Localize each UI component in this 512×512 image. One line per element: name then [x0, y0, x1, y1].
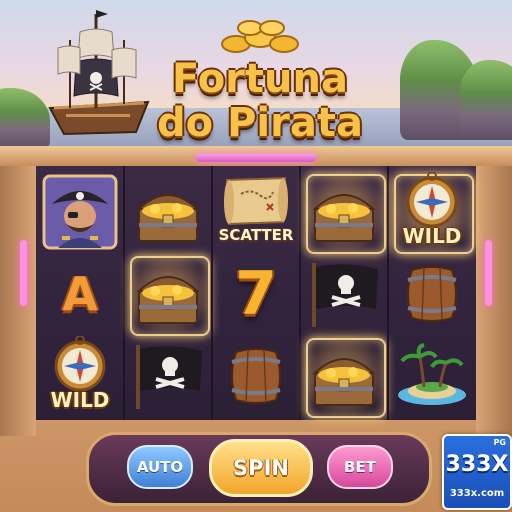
game-title: Fortuna do Pirata	[150, 20, 370, 144]
treasure-map-icon	[224, 176, 288, 226]
symbol-barrel	[388, 252, 476, 336]
top-light-bar	[196, 154, 316, 162]
side-light-right	[485, 240, 492, 306]
symbol-treasure-chest-highlighted	[300, 334, 388, 418]
pirate-flag-icon	[136, 345, 202, 409]
symbol-letter-a: A	[36, 252, 124, 336]
title-line-1: Fortuna	[172, 56, 348, 102]
bet-button[interactable]: BET	[327, 445, 393, 489]
barrel-icon	[231, 348, 281, 404]
spin-button[interactable]: SPIN	[209, 439, 313, 497]
treasure-chest-icon	[312, 358, 376, 406]
frame-side-right	[476, 166, 512, 436]
symbol-island	[388, 334, 476, 418]
barrel-icon	[407, 266, 457, 322]
frame-side-left	[0, 166, 36, 436]
reel-grid: A WILD SCATTER 7 WILD	[36, 166, 476, 420]
reel-2	[124, 166, 212, 420]
symbol-compass-wild-highlighted: WILD	[388, 170, 476, 254]
brand-name: 333X	[445, 452, 509, 477]
gold-coins-icon	[221, 20, 299, 53]
brand-site: 333x.com	[449, 488, 505, 499]
wild-label: WILD	[402, 224, 462, 248]
reel-1: A WILD	[36, 166, 124, 420]
brand-badge: PG 333X 333x.com	[442, 434, 512, 510]
reel-5: WILD	[388, 166, 476, 420]
control-console: AUTO SPIN BET	[86, 432, 432, 506]
symbol-seven: 7	[212, 252, 300, 336]
treasure-chest-icon	[136, 194, 200, 242]
symbol-treasure-chest-highlighted	[300, 170, 388, 254]
symbol-pirate-captain	[36, 170, 124, 254]
reel-4	[300, 166, 388, 420]
brand-top-text: PG	[493, 438, 506, 447]
symbol-treasure-chest	[124, 170, 212, 254]
treasure-chest-icon	[312, 194, 376, 242]
pirate-captain-icon	[42, 174, 118, 250]
symbol-barrel	[212, 334, 300, 418]
island-icon	[398, 343, 466, 405]
game-scene: Fortuna do Pirata A WILD SCATTER 7 WILD …	[0, 0, 512, 512]
side-light-left	[20, 240, 27, 306]
pirate-flag-icon	[312, 263, 378, 327]
title-line-2: do Pirata	[157, 100, 363, 146]
reel-3: SCATTER 7	[212, 166, 300, 420]
auto-button[interactable]: AUTO	[127, 445, 193, 489]
symbol-pirate-flag	[124, 334, 212, 418]
seven-text: 7	[235, 259, 277, 329]
cliff-far-right	[460, 60, 512, 140]
scatter-label: SCATTER	[218, 226, 294, 244]
symbol-compass-wild: WILD	[36, 334, 124, 418]
symbol-treasure-chest-highlighted	[124, 252, 212, 336]
treasure-chest-icon	[136, 276, 200, 324]
letter-a-text: A	[62, 267, 98, 321]
pirate-ship-image	[48, 10, 150, 136]
symbol-pirate-flag	[300, 252, 388, 336]
wild-label: WILD	[50, 388, 110, 412]
symbol-map-scatter: SCATTER	[212, 170, 300, 254]
